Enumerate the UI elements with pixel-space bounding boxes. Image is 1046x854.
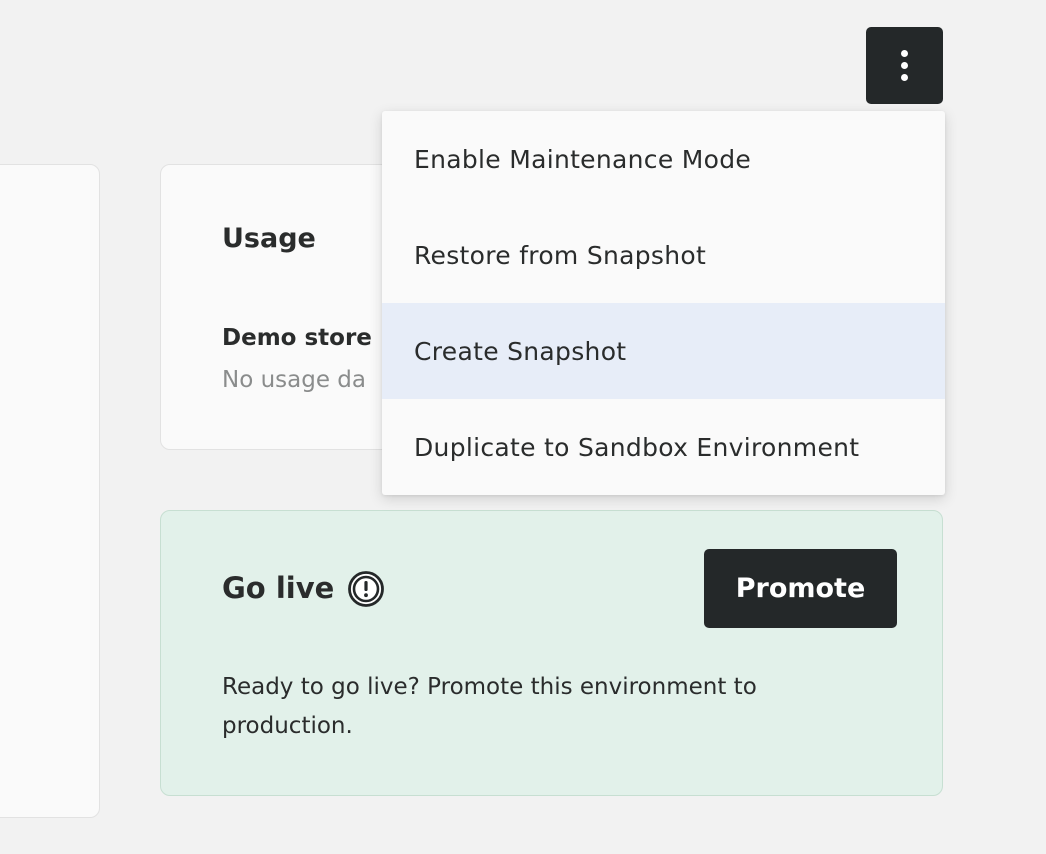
usage-title: Usage (222, 223, 316, 254)
left-panel-card (0, 164, 100, 818)
menu-item-enable-maintenance-mode[interactable]: Enable Maintenance Mode (382, 111, 945, 207)
usage-empty-text: No usage da (222, 367, 366, 393)
menu-item-duplicate-to-sandbox[interactable]: Duplicate to Sandbox Environment (382, 399, 945, 495)
promote-button[interactable]: Promote (704, 549, 897, 628)
go-live-title: Go live (222, 571, 335, 605)
page: Usage Demo store I No usage da Go live P… (0, 0, 1046, 854)
menu-item-create-snapshot[interactable]: Create Snapshot (382, 303, 945, 399)
exclamation-circle-icon[interactable] (348, 571, 384, 607)
go-live-description: Ready to go live? Promote this environme… (222, 674, 757, 739)
menu-item-restore-from-snapshot[interactable]: Restore from Snapshot (382, 207, 945, 303)
more-vertical-icon (901, 50, 908, 81)
usage-store-label: Demo store I (222, 325, 389, 351)
actions-dropdown-menu: Enable Maintenance Mode Restore from Sna… (382, 111, 945, 495)
more-options-button[interactable] (866, 27, 943, 104)
go-live-card: Go live Promote Ready to go live? Promot… (160, 510, 943, 796)
